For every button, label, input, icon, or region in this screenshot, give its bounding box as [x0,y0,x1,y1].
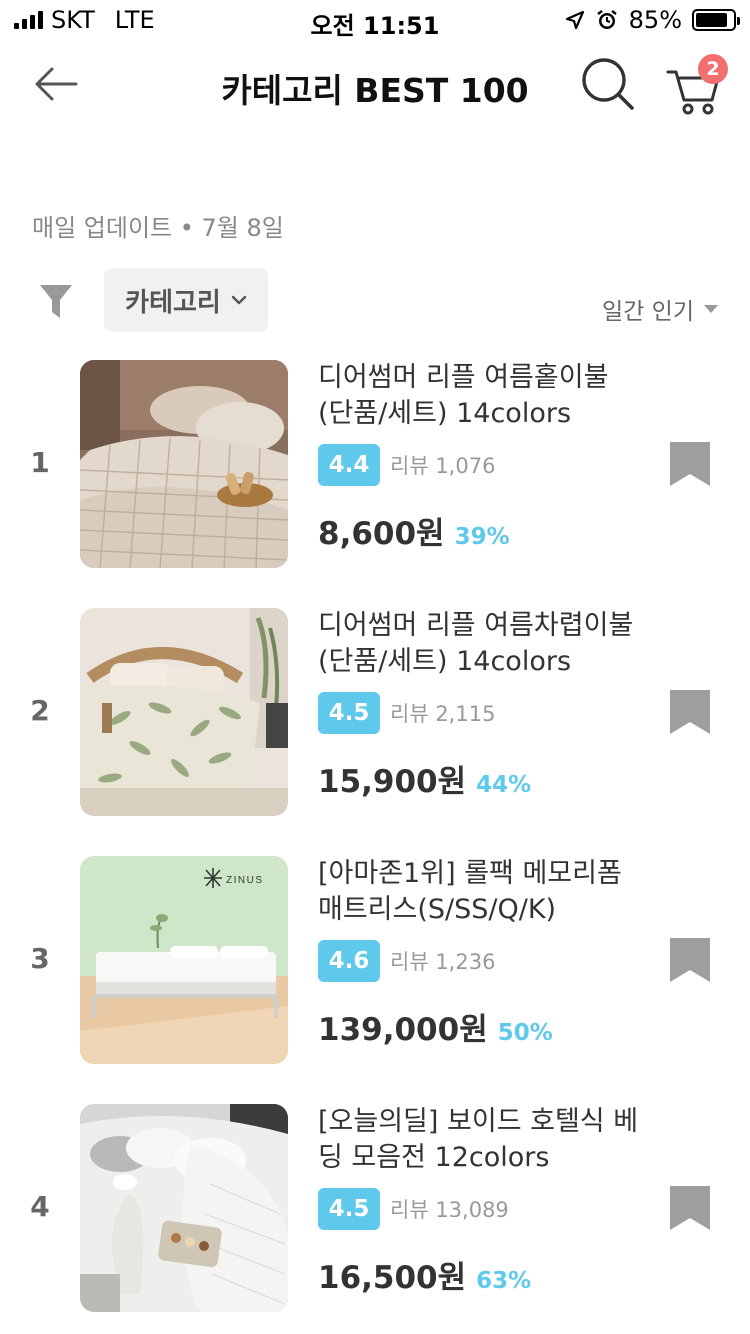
battery-percent: 85% [628,6,682,34]
product-image[interactable] [80,608,288,816]
battery-icon [692,9,740,31]
bookmark-icon[interactable] [670,938,710,982]
product-item[interactable]: 2 디어썸머 리플 여름차렵이불(단품/세트) 14colors 4.5 리뷰 … [0,608,750,816]
rating-badge: 4.4 [318,444,380,486]
product-image[interactable] [80,360,288,568]
product-image[interactable]: ZINUS [80,856,288,1064]
bookmark-icon[interactable] [670,1186,710,1230]
rating-badge: 4.5 [318,692,380,734]
top-nav-bar: 카테고리 BEST 100 2 [0,44,750,124]
filter-icon [40,285,72,318]
discount-rate: 63% [476,1268,532,1294]
alarm-icon [596,10,617,29]
product-name[interactable]: [아마존1위] 롤팩 메모리폼 매트리스(S/SS/Q/K) [318,856,648,928]
product-name[interactable]: 디어썸머 리플 여름차렵이불(단품/세트) 14colors [318,608,648,680]
status-bar: SKT LTE 오전 11:51 85% [0,0,750,40]
search-button[interactable] [578,54,638,114]
rank-number: 3 [30,942,50,975]
search-icon [582,58,634,110]
chevron-down-icon [231,295,247,305]
product-name[interactable]: [오늘의딜] 보이드 호텔식 베딩 모음전 12colors [318,1104,648,1176]
update-info: 매일 업데이트 • 7월 8일 [32,214,284,242]
product-item[interactable]: 4 [오늘의딜] 보이드 호텔식 베딩 모음전 12colors 4.5 리뷰 … [0,1104,750,1312]
discount-rate: 50% [497,1020,553,1046]
category-dropdown[interactable]: 카테고리 [104,268,268,332]
product-price: 139,000원 [318,1012,488,1048]
cart-button[interactable]: 2 [664,54,728,118]
rank-number: 1 [30,446,50,479]
product-item[interactable]: 1 디어썸머 리플 여름홑이불 (단품/세트) 14colors 4.4 리뷰 … [0,360,750,568]
bookmark-icon[interactable] [670,690,710,734]
discount-rate: 39% [454,524,510,550]
discount-rate: 44% [476,772,532,798]
rank-number: 2 [30,694,50,727]
product-price: 8,600원 [318,516,445,552]
rating-badge: 4.5 [318,1188,380,1230]
bookmark-icon[interactable] [670,442,710,486]
caret-down-icon [704,305,718,313]
review-count: 리뷰 13,089 [390,1198,509,1222]
sort-label: 일간 인기 [602,299,694,325]
product-item[interactable]: 3 ZINUS [아마존1위] 롤팩 메모리폼 매트리스(S/SS/Q/K) 4… [0,856,750,1064]
location-icon [565,10,584,30]
review-count: 리뷰 1,236 [390,950,496,974]
review-count: 리뷰 1,076 [390,454,496,478]
product-price: 15,900원 [318,764,467,800]
rank-number: 4 [30,1190,50,1223]
product-image[interactable] [80,1104,288,1312]
sort-dropdown[interactable]: 일간 인기 [602,292,718,326]
product-price: 16,500원 [318,1260,467,1296]
review-count: 리뷰 2,115 [390,702,496,726]
filter-button[interactable] [38,282,74,322]
rating-badge: 4.6 [318,940,380,982]
cart-count-badge: 2 [698,54,728,84]
product-name[interactable]: 디어썸머 리플 여름홑이불 (단품/세트) 14colors [318,360,648,432]
zinus-logo-text: ZINUS [226,875,264,886]
category-label: 카테고리 [125,287,221,318]
